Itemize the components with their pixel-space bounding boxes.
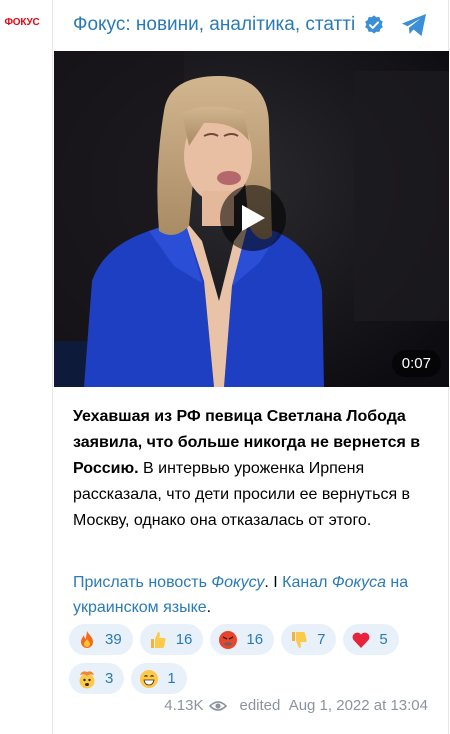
message-card: Фокус: новини, аналітика, статті 0:07 Уе… [52, 0, 449, 734]
reaction-fire[interactable]: 39 [69, 624, 133, 655]
thumbs-down-emoji-icon [292, 631, 307, 648]
reaction-heart[interactable]: 5 [343, 624, 399, 655]
message-footer: 4.13K edited Aug 1, 2022 at 13:04 [164, 697, 428, 714]
link-separator: . I [264, 574, 283, 591]
heart-emoji-icon [353, 632, 370, 648]
video-player[interactable]: 0:07 [54, 51, 449, 387]
video-duration: 0:07 [391, 350, 441, 377]
send-news-link[interactable]: Прислать новость Фокусу [73, 574, 264, 591]
telegram-icon[interactable] [400, 12, 428, 38]
reaction-exploding-head[interactable]: 3 [69, 663, 125, 694]
reaction-count: 1 [167, 670, 176, 687]
reaction-angry[interactable]: 16 [210, 624, 275, 655]
fire-emoji-icon [81, 630, 93, 648]
exploding-head-emoji-icon [79, 670, 95, 688]
eye-icon [209, 700, 228, 711]
message-text: Уехавшая из РФ певица Светлана Лобода за… [73, 404, 433, 534]
reaction-thumbs-up[interactable]: 16 [139, 624, 204, 655]
reaction-count: 39 [105, 631, 122, 648]
reactions-bar: 39 16 16 7 5 3 1 [69, 624, 439, 694]
reaction-count: 5 [379, 631, 388, 648]
reaction-grinning[interactable]: 1 [131, 663, 187, 694]
play-icon [242, 205, 265, 231]
reaction-count: 16 [246, 631, 264, 648]
grinning-face-emoji-icon [140, 669, 159, 688]
channel-name-link[interactable]: Фокус: новини, аналітика, статті [73, 14, 355, 36]
thumbs-up-emoji-icon [150, 631, 166, 648]
message-date: Aug 1, 2022 at 13:04 [288, 697, 428, 714]
reaction-count: 7 [317, 631, 326, 648]
reaction-count: 3 [105, 670, 114, 687]
logo-text: ФОКУС [4, 16, 40, 28]
reaction-count: 16 [175, 631, 193, 648]
message-header: Фокус: новини, аналітика, статті [53, 0, 450, 50]
message-links: Прислать новость Фокусу. I Канал Фокуса … [73, 570, 433, 620]
edited-label: edited [239, 697, 281, 714]
play-button[interactable] [220, 185, 286, 251]
angry-face-emoji-icon [219, 630, 238, 649]
reaction-thumbs-down[interactable]: 7 [281, 624, 337, 655]
link-end: . [206, 599, 212, 616]
verified-badge-icon [365, 15, 383, 34]
channel-logo[interactable]: ФОКУС [0, 2, 44, 42]
view-count: 4.13K [164, 697, 204, 714]
